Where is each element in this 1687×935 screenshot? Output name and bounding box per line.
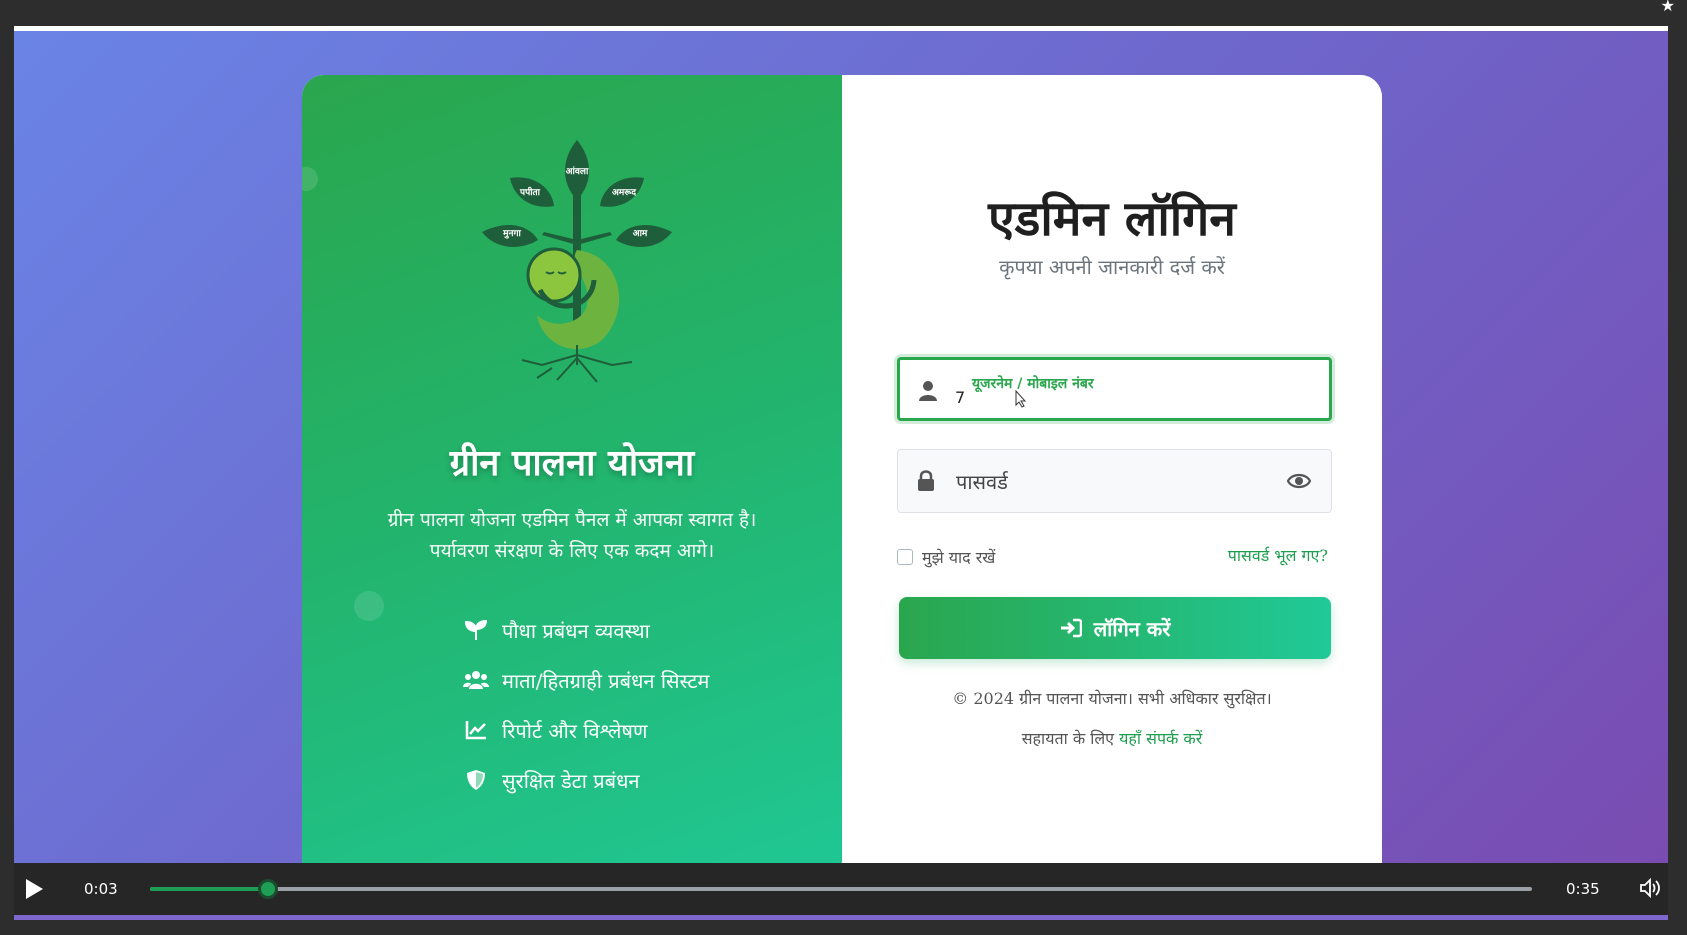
- lock-icon: [918, 470, 934, 491]
- remember-checkbox[interactable]: [897, 549, 913, 565]
- feature-label: पौधा प्रबंधन व्यवस्था: [502, 618, 650, 643]
- feature-label: सुरक्षित डेटा प्रबंधन: [502, 768, 640, 793]
- login-button-label: लॉगिन करें: [1093, 616, 1171, 641]
- brand-panel: आंवला पपीता अमरूद मुनगा आम ग्रीन पालना य…: [302, 75, 842, 919]
- remember-me[interactable]: मुझे याद रखें: [897, 546, 995, 568]
- leaf-label: आंवला: [566, 166, 589, 177]
- seek-thumb[interactable]: [258, 879, 279, 899]
- seek-bar-progress: [150, 887, 269, 891]
- login-card: आंवला पपीता अमरूद मुनगा आम ग्रीन पालना य…: [302, 75, 1382, 919]
- seek-bar[interactable]: [150, 879, 1532, 899]
- sign-in-icon: [1060, 618, 1082, 638]
- forgot-password-link[interactable]: पासवर्ड भूल गए?: [1228, 544, 1328, 566]
- mouse-cursor-icon: [1015, 390, 1027, 408]
- bottom-strip: [14, 915, 1668, 920]
- help-text: सहायता के लिए यहाँ संपर्क करें: [842, 727, 1382, 749]
- page-subtitle: कृपया अपनी जानकारी दर्ज करें: [999, 255, 1225, 279]
- page-title: एडमिन लॉगिन: [988, 191, 1236, 247]
- decor-bubble: [302, 167, 318, 191]
- feature-label: माता/हितग्राही प्रबंधन सिस्टम: [502, 668, 710, 693]
- username-floating-label: यूजरनेम / मोबाइल नंबर: [972, 376, 1094, 392]
- current-time: 0:03: [84, 880, 118, 898]
- contact-link[interactable]: यहाँ संपर्क करें: [1119, 729, 1202, 748]
- welcome-text: ग्रीन पालना योजना एडमिन पैनल में आपका स्…: [302, 505, 842, 567]
- help-prefix: सहायता के लिए: [1021, 729, 1120, 748]
- leaf-label: आम: [633, 229, 648, 239]
- users-icon: [462, 668, 490, 692]
- password-input[interactable]: पासवर्ड: [956, 468, 1008, 495]
- username-input[interactable]: 7: [955, 388, 965, 407]
- feature-item: माता/हितग्राही प्रबंधन सिस्टम: [462, 655, 709, 705]
- user-icon: [919, 381, 937, 401]
- pin-icon[interactable]: ★: [1661, 0, 1675, 15]
- window-top-bar: ★: [0, 0, 1687, 26]
- seedling-icon: [462, 618, 490, 642]
- copyright-text: © 2024 ग्रीन पालना योजना। सभी अधिकार सुर…: [952, 689, 1272, 708]
- play-icon[interactable]: [24, 878, 44, 900]
- leaf-label: पपीता: [519, 186, 541, 198]
- eye-icon[interactable]: [1287, 472, 1311, 490]
- brand-title: ग्रीन पालना योजना: [449, 442, 695, 484]
- shield-icon: [462, 768, 490, 792]
- login-panel: एडमिन लॉगिन कृपया अपनी जानकारी दर्ज करें…: [842, 75, 1382, 919]
- welcome-line-1: ग्रीन पालना योजना एडमिन पैनल में आपका स्…: [387, 509, 757, 531]
- feature-item: रिपोर्ट और विश्लेषण: [462, 705, 709, 755]
- volume-icon[interactable]: [1640, 878, 1662, 898]
- feature-list: पौधा प्रबंधन व्यवस्था माता/हितग्राही प्र…: [462, 605, 709, 805]
- login-button[interactable]: लॉगिन करें: [899, 597, 1331, 659]
- video-frame: आंवला पपीता अमरूद मुनगा आम ग्रीन पालना य…: [14, 26, 1668, 919]
- video-controls: 0:03 0:35: [14, 863, 1668, 915]
- leaf-label: अमरूद: [612, 188, 637, 198]
- password-field[interactable]: पासवर्ड: [897, 449, 1332, 513]
- username-field[interactable]: यूजरनेम / मोबाइल नंबर 7: [897, 357, 1332, 421]
- leaf-label: मुनगा: [502, 229, 521, 239]
- welcome-line-2: पर्यावरण संरक्षण के लिए एक कदम आगे।: [429, 540, 715, 562]
- plant-logo-icon: आंवला पपीता अमरूद मुनगा आम: [482, 140, 672, 383]
- chart-line-icon: [462, 718, 490, 742]
- feature-label: रिपोर्ट और विश्लेषण: [502, 718, 648, 743]
- feature-item: पौधा प्रबंधन व्यवस्था: [462, 605, 709, 655]
- remember-label: मुझे याद रखें: [922, 548, 996, 567]
- feature-item: सुरक्षित डेटा प्रबंधन: [462, 755, 709, 805]
- decor-bubble: [354, 591, 384, 621]
- duration: 0:35: [1566, 880, 1600, 898]
